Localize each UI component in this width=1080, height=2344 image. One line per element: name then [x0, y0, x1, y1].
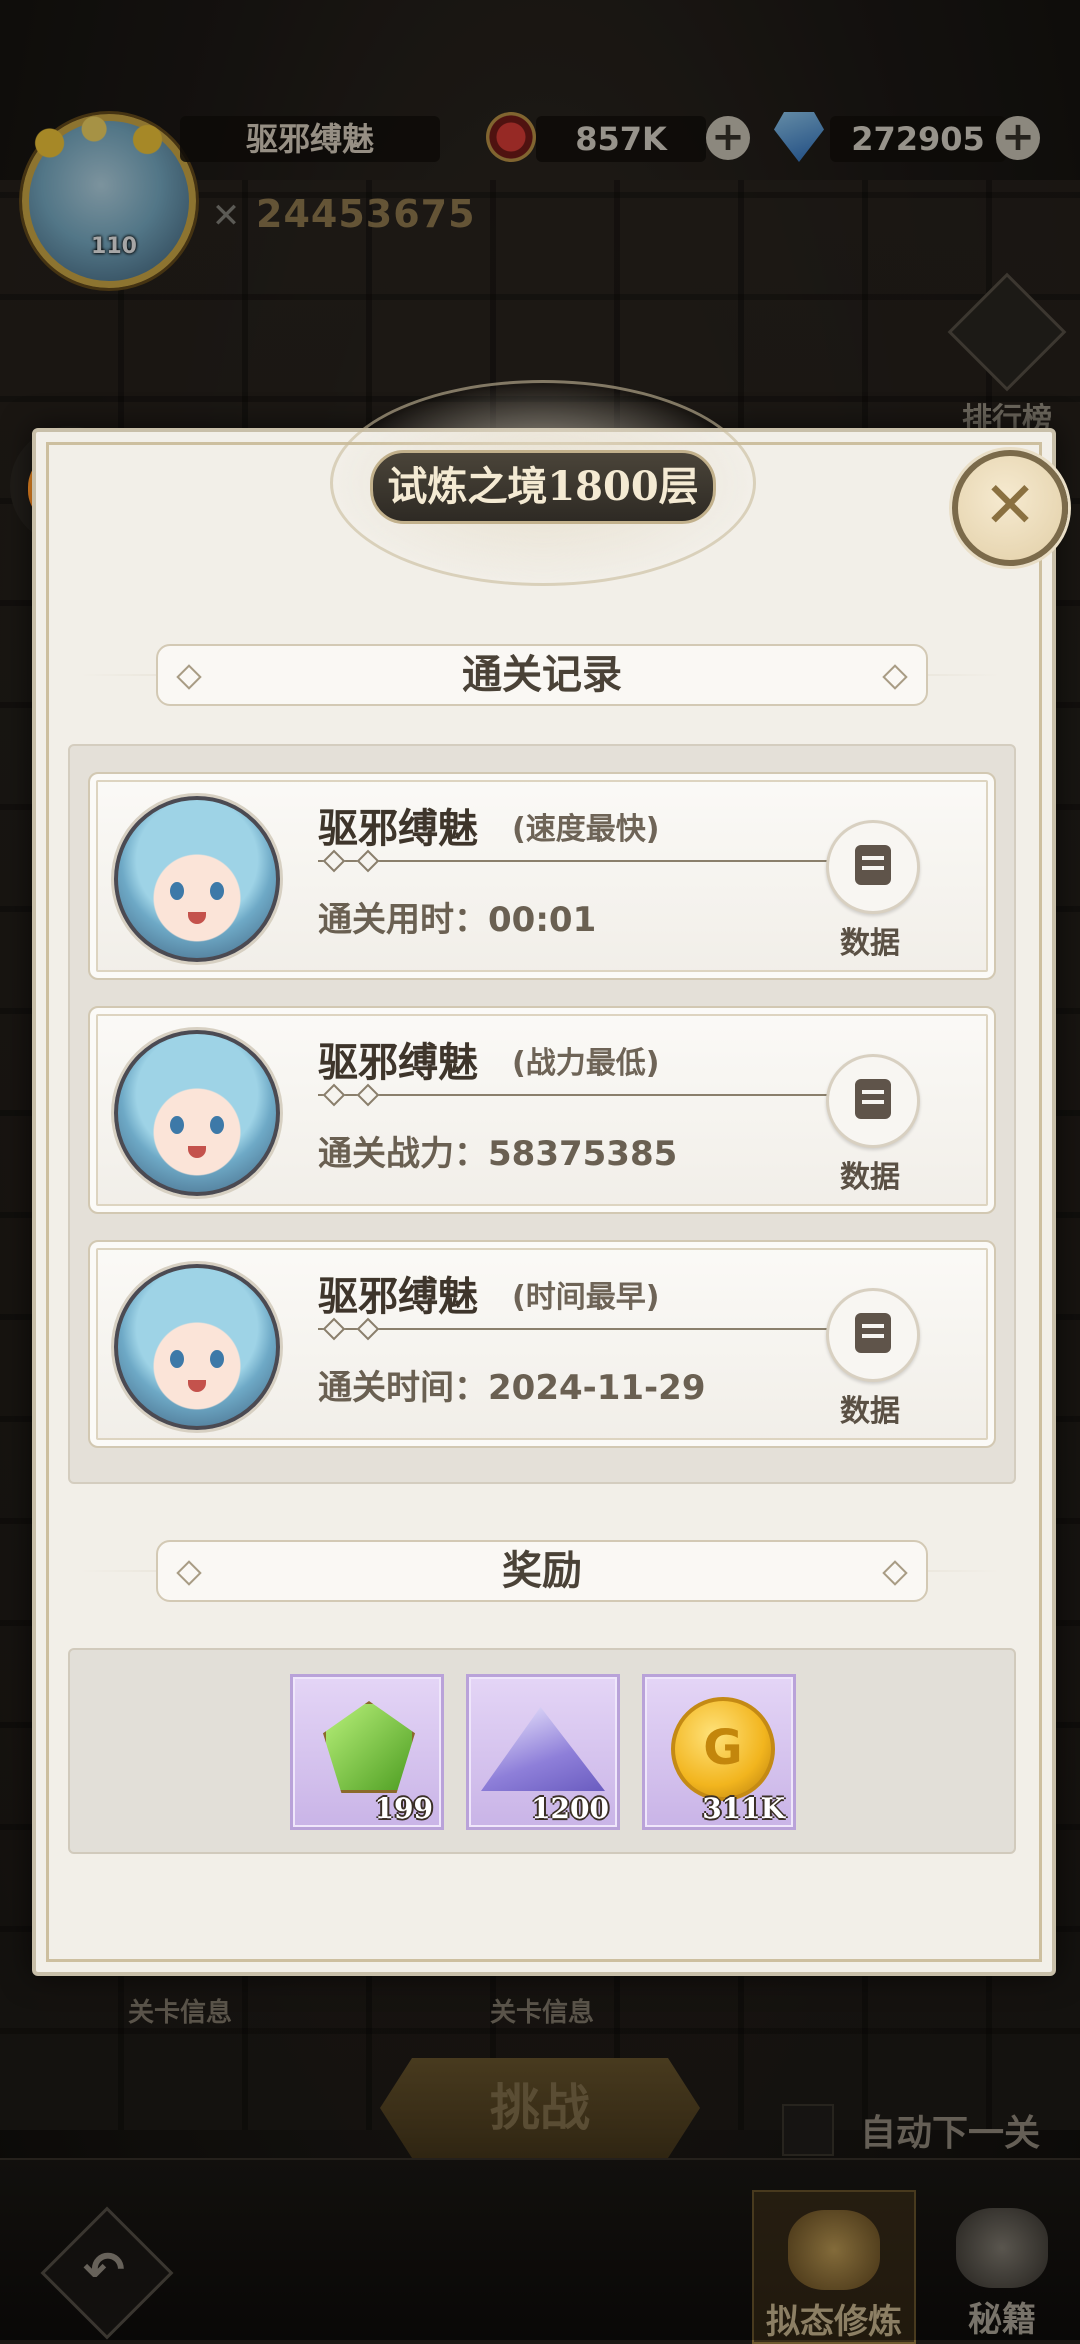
- hero-avatar[interactable]: [114, 1264, 280, 1430]
- data-label: 数据: [840, 1160, 900, 1195]
- reward-item-coin[interactable]: G 311K: [642, 1674, 796, 1830]
- reward-count: 199: [374, 1792, 433, 1825]
- avatar-mouth: [188, 912, 206, 924]
- crystal-dust-icon: [481, 1707, 605, 1791]
- avatar-eye: [210, 1350, 224, 1368]
- document-icon: [855, 1079, 891, 1119]
- modal-title: 试炼之境1800层: [370, 450, 716, 524]
- record-player-name: 驱邪缚魅: [318, 805, 478, 852]
- record-card-lowest-power: 驱邪缚魅 (战力最低) 通关战力：58375385 数据: [88, 1006, 996, 1214]
- document-icon: [855, 1313, 891, 1353]
- ornament-right: [882, 664, 908, 690]
- reward-count: 311K: [702, 1792, 785, 1825]
- avatar-eye: [210, 1116, 224, 1134]
- rewards-title: 奖励: [502, 1548, 582, 1594]
- record-divider: [318, 849, 852, 873]
- ornament-left: [176, 664, 202, 690]
- close-button[interactable]: ✕: [952, 450, 1068, 566]
- avatar-eye: [170, 1116, 184, 1134]
- record-divider: [318, 1317, 852, 1341]
- record-card-fastest: 驱邪缚魅 (速度最快) 通关用时：00:01 数据: [88, 772, 996, 980]
- reward-item-dust[interactable]: 1200: [466, 1674, 620, 1830]
- clear-records-title: 通关记录: [462, 652, 622, 698]
- avatar-eye: [170, 882, 184, 900]
- data-button[interactable]: [826, 1054, 920, 1148]
- record-tag: (战力最低): [512, 1046, 660, 1081]
- reward-item-gem[interactable]: 199: [290, 1674, 444, 1830]
- record-stat: 通关战力：58375385: [318, 1134, 678, 1174]
- record-stat: 通关时间：2024-11-29: [318, 1368, 706, 1408]
- document-icon: [855, 845, 891, 885]
- green-gem-icon: [323, 1701, 415, 1793]
- avatar-mouth: [188, 1146, 206, 1158]
- avatar-eye: [170, 1350, 184, 1368]
- hero-avatar[interactable]: [114, 1030, 280, 1196]
- record-card-earliest: 驱邪缚魅 (时间最早) 通关时间：2024-11-29 数据: [88, 1240, 996, 1448]
- rewards-header: 奖励: [156, 1540, 928, 1602]
- reward-count: 1200: [531, 1792, 609, 1825]
- avatar-eye: [210, 882, 224, 900]
- record-player-name: 驱邪缚魅: [318, 1039, 478, 1086]
- ornament-left: [176, 1560, 202, 1586]
- data-label: 数据: [840, 926, 900, 961]
- record-player-name: 驱邪缚魅: [318, 1273, 478, 1320]
- record-stat: 通关用时：00:01: [318, 900, 597, 940]
- ornament-right: [882, 1560, 908, 1586]
- avatar-mouth: [188, 1380, 206, 1392]
- record-tag: (速度最快): [512, 812, 660, 847]
- hero-avatar[interactable]: [114, 796, 280, 962]
- record-tag: (时间最早): [512, 1280, 660, 1315]
- data-label: 数据: [840, 1394, 900, 1429]
- data-button[interactable]: [826, 1288, 920, 1382]
- data-button[interactable]: [826, 820, 920, 914]
- record-divider: [318, 1083, 852, 1107]
- clear-records-header: 通关记录: [156, 644, 928, 706]
- gold-coin-icon: G: [671, 1697, 775, 1801]
